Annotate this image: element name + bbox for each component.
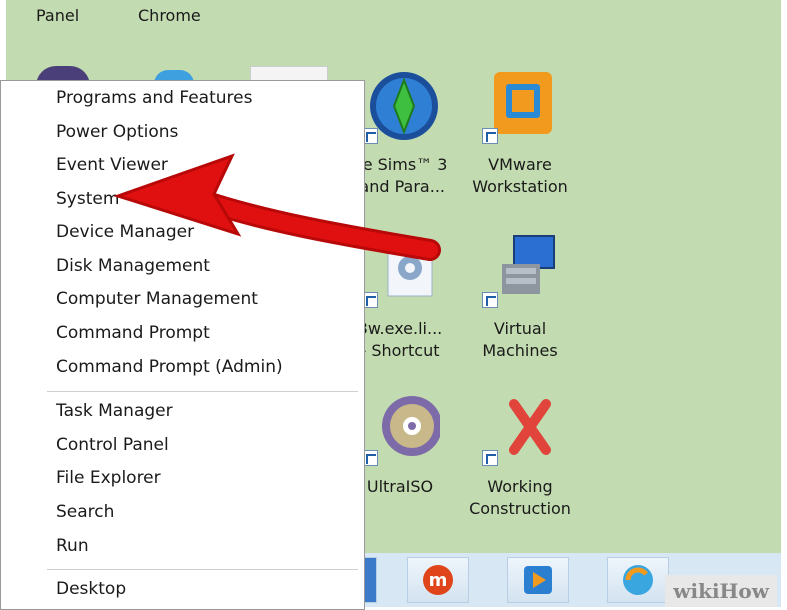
red-arrow-annotation [113,153,441,261]
